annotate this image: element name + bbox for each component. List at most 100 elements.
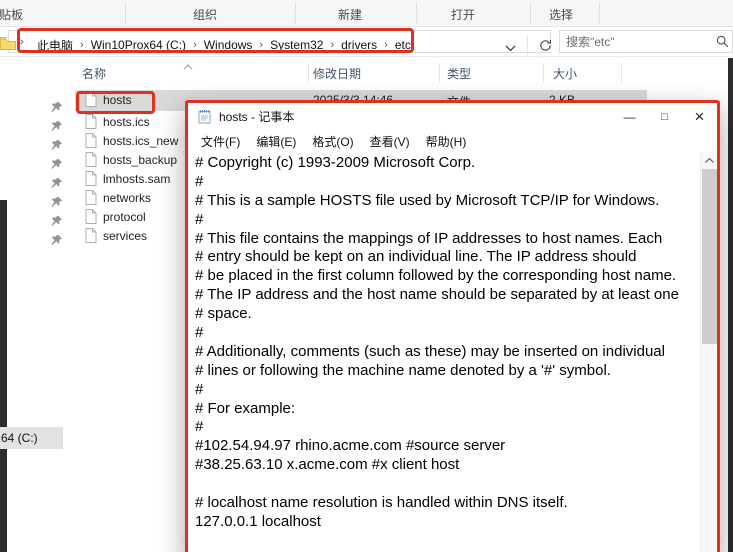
column-divider	[543, 63, 544, 82]
hosts-file-line: # be placed in the first column followed…	[195, 267, 677, 285]
ribbon-divider	[530, 3, 531, 24]
notepad-window-title: hosts - 记事本	[219, 110, 295, 124]
hosts-file-line: #	[195, 324, 204, 342]
hosts-file-line: # This is a sample HOSTS file used by Mi…	[195, 191, 660, 209]
file-name: networks	[103, 191, 152, 205]
search-input[interactable]	[566, 32, 706, 51]
address-bar[interactable]: › 此电脑 › Win10Prox64 (C:) › Windows › Sys…	[0, 30, 551, 56]
ribbon-divider	[416, 3, 417, 24]
column-header-name[interactable]: 名称	[82, 65, 106, 82]
pushpin-icon	[51, 100, 63, 112]
notepad-scrollbar[interactable]	[700, 152, 717, 552]
notepad-window: hosts - 记事本 — □ × 文件(F) 编辑(E) 格式(O) 查看(V…	[185, 100, 720, 552]
ribbon-divider	[295, 3, 296, 24]
pushpin-icon	[51, 176, 63, 188]
breadcrumb: 此电脑 › Win10Prox64 (C:) › Windows › Syste…	[34, 34, 414, 56]
hosts-file-line: #38.25.63.10 x.acme.com #x client host	[195, 456, 460, 474]
close-button[interactable]: ×	[682, 103, 717, 130]
column-header-type[interactable]: 类型	[447, 65, 471, 82]
hosts-file-line: #	[195, 418, 204, 436]
file-icon	[85, 92, 97, 110]
file-icon	[85, 228, 97, 246]
menu-view[interactable]: 查看(V)	[362, 133, 418, 150]
hosts-file-line: # entry should be kept on an individual …	[195, 248, 637, 266]
breadcrumb-separator-icon: ›	[384, 39, 388, 51]
background-window-edge	[728, 58, 733, 552]
breadcrumb-item-this-pc[interactable]: 此电脑	[34, 37, 76, 54]
pushpin-icon	[51, 233, 63, 245]
breadcrumb-item-drivers[interactable]: drivers	[338, 38, 380, 52]
file-name: hosts_backup	[103, 153, 178, 167]
hosts-file-line: 127.0.0.1 localhost	[195, 512, 321, 530]
breadcrumb-separator-icon: ›	[20, 36, 24, 48]
column-header-size[interactable]: 大小	[553, 65, 577, 82]
address-dropdown-chevron-icon[interactable]	[505, 39, 516, 57]
notepad-menubar: 文件(F) 编辑(E) 格式(O) 查看(V) 帮助(H)	[188, 130, 717, 152]
refresh-button[interactable]	[533, 35, 557, 56]
breadcrumb-item-etc[interactable]: etc	[392, 38, 414, 52]
hosts-file-line: #102.54.94.97 rhino.acme.com #source ser…	[195, 437, 506, 455]
column-header-date-modified[interactable]: 修改日期	[313, 65, 361, 82]
breadcrumb-item-drive-c[interactable]: Win10Prox64 (C:)	[88, 38, 189, 52]
search-icon	[716, 35, 729, 53]
file-name: lmhosts.sam	[103, 172, 171, 186]
ribbon-section-organize: 组织	[193, 8, 218, 22]
file-name: hosts.ics_new	[103, 134, 179, 148]
breadcrumb-item-system32[interactable]: System32	[267, 38, 326, 52]
ribbon-section-clipboard: 剪贴板	[0, 8, 24, 22]
pushpin-icon	[51, 119, 63, 131]
hosts-file-line: #	[195, 380, 204, 398]
notepad-text-area[interactable]: # Copyright (c) 1993-2009 Microsoft Corp…	[190, 152, 700, 552]
ribbon-divider	[125, 3, 126, 24]
hosts-file-line: # The IP address and the host name shoul…	[195, 286, 679, 304]
notepad-window-controls: — □ ×	[612, 103, 717, 130]
pushpin-icon	[51, 138, 63, 150]
ribbon-section-select: 选择	[549, 8, 574, 22]
breadcrumb-item-windows[interactable]: Windows	[201, 38, 256, 52]
breadcrumb-separator-icon: ›	[259, 39, 264, 51]
column-divider	[308, 63, 309, 82]
menu-file[interactable]: 文件(F)	[193, 133, 248, 150]
nav-pane-item-partial[interactable]: 64 (C:)	[0, 427, 63, 449]
menu-edit[interactable]: 编辑(E)	[248, 133, 304, 150]
hosts-file-line: #	[195, 172, 204, 190]
hosts-file-line	[195, 475, 700, 494]
file-name: protocol	[103, 210, 146, 224]
breadcrumb-separator-icon: ›	[80, 39, 84, 51]
pushpin-icon	[51, 195, 63, 207]
hosts-file-line: # This file contains the mappings of IP …	[195, 229, 663, 247]
notepad-titlebar[interactable]: hosts - 记事本 — □ ×	[188, 103, 717, 130]
hosts-file-line: # For example:	[195, 399, 296, 417]
hosts-file-line: # localhost name resolution is handled w…	[195, 494, 568, 512]
column-divider	[439, 63, 440, 82]
scroll-up-icon[interactable]	[701, 152, 718, 169]
file-icon	[85, 190, 97, 208]
file-icon	[85, 114, 97, 132]
ribbon-section-open: 打开	[451, 8, 476, 22]
file-explorer-with-notepad: 剪贴板 组织 新建 打开 选择 › 此电脑 › Win10Prox64 (C:)…	[0, 0, 733, 552]
minimize-button[interactable]: —	[612, 103, 647, 130]
file-icon	[85, 133, 97, 151]
pushpin-icon	[51, 157, 63, 169]
file-name: hosts	[103, 93, 132, 107]
address-divider	[527, 35, 528, 56]
explorer-ribbon: 剪贴板 组织 新建 打开 选择	[0, 0, 733, 27]
hosts-file-line: # lines or following the machine name de…	[195, 361, 611, 379]
folder-icon	[0, 37, 16, 55]
sort-ascending-icon	[183, 57, 193, 75]
hosts-file-line: #	[195, 210, 204, 228]
ribbon-section-new: 新建	[338, 8, 363, 22]
file-icon	[85, 171, 97, 189]
pushpin-icon	[51, 214, 63, 226]
hosts-file-line: # Copyright (c) 1993-2009 Microsoft Corp…	[195, 154, 476, 171]
scrollbar-thumb[interactable]	[702, 169, 717, 344]
search-box	[559, 30, 733, 53]
menu-help[interactable]: 帮助(H)	[418, 133, 475, 150]
file-name: hosts.ics	[103, 115, 150, 129]
menu-format[interactable]: 格式(O)	[304, 133, 361, 150]
notepad-app-icon	[197, 109, 212, 124]
background-window-edge	[0, 200, 7, 552]
hosts-file-line: # space.	[195, 305, 252, 323]
file-name: services	[103, 229, 148, 243]
maximize-button[interactable]: □	[647, 103, 682, 130]
